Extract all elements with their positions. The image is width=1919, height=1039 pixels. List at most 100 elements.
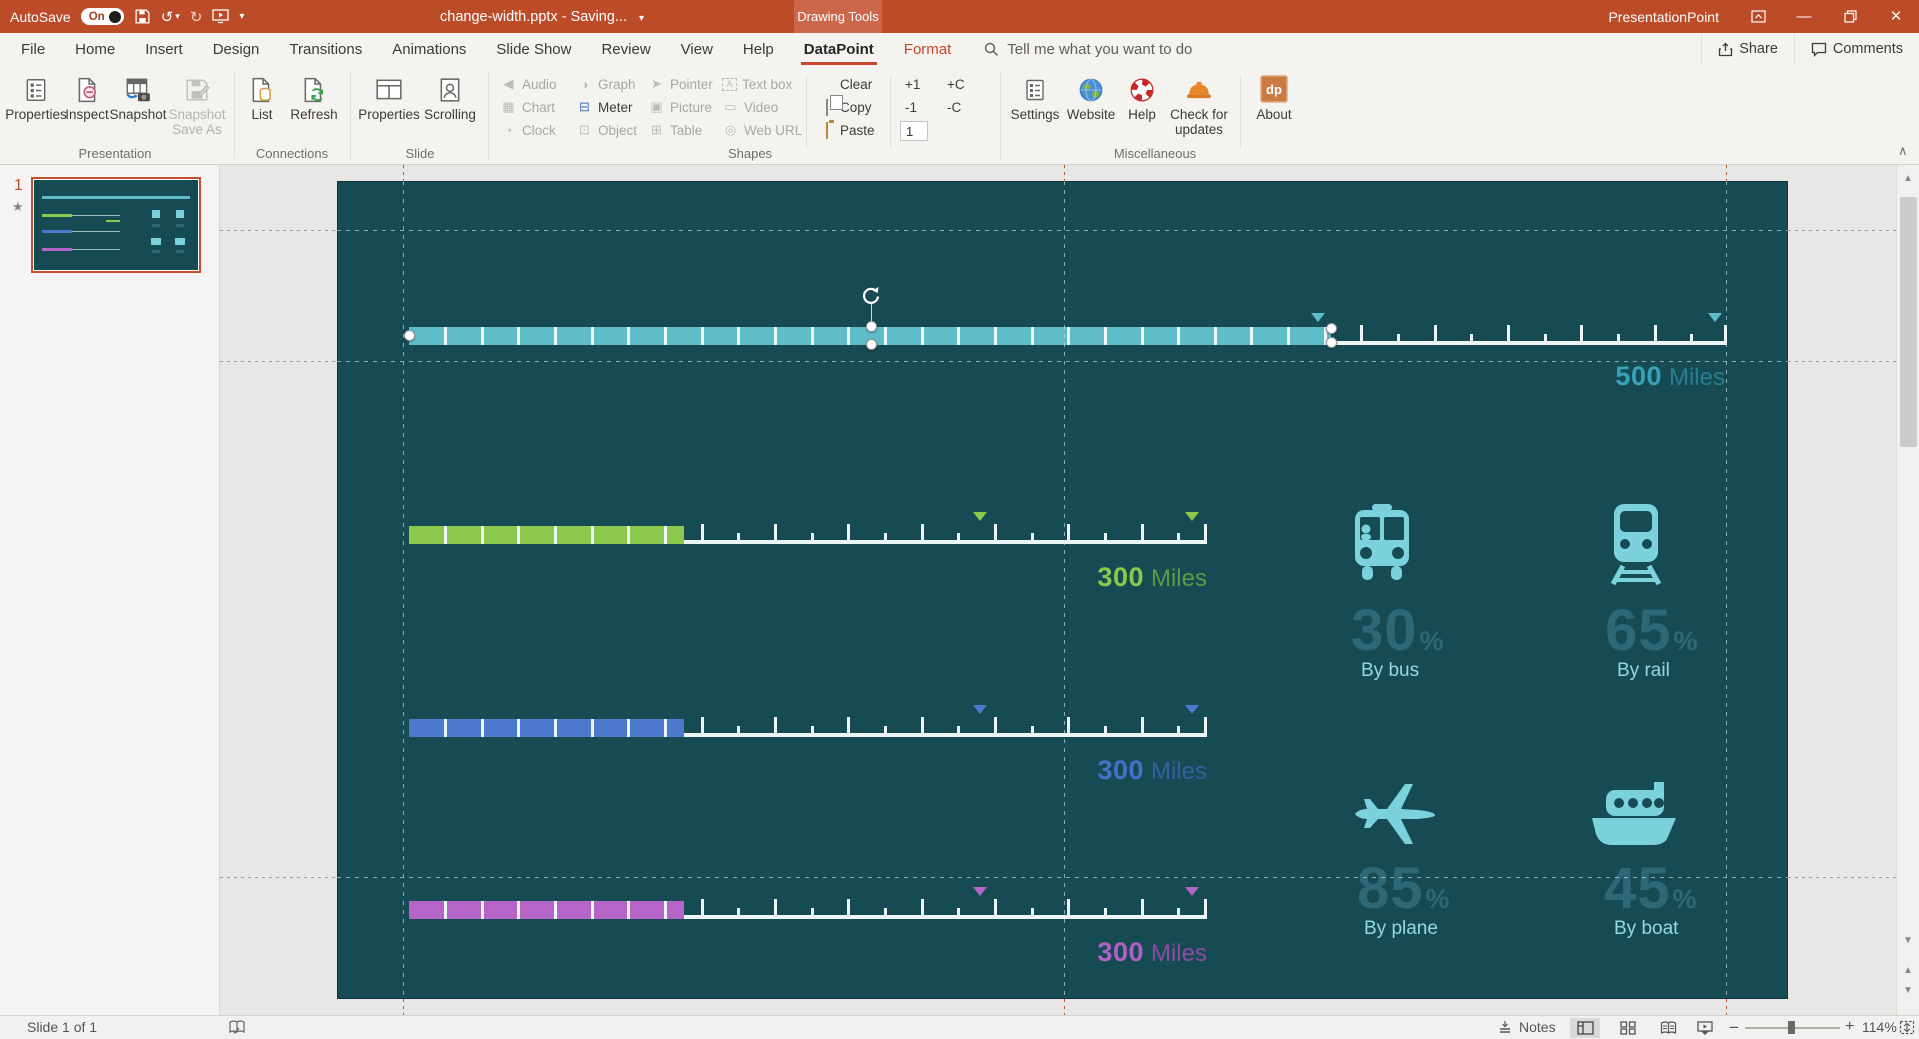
tab-insert[interactable]: Insert [130, 33, 198, 65]
ribbon-button-website[interactable]: Website [1062, 71, 1120, 143]
zoom-level[interactable]: 114% [1862, 1019, 1897, 1035]
slide-sorter-view-button[interactable] [1613, 1018, 1643, 1038]
resize-handle-top[interactable] [866, 321, 877, 332]
horizontal-guide-3[interactable] [337, 877, 1788, 878]
tab-transitions[interactable]: Transitions [274, 33, 377, 65]
meter-shape-300-miles-plane[interactable] [409, 899, 1207, 919]
ribbon-button-textbox[interactable]: AText box [722, 73, 792, 95]
horizontal-guide-2[interactable] [337, 361, 1788, 362]
ribbon-button-minusC[interactable]: -C [947, 96, 961, 118]
ribbon-display-options-icon[interactable] [1735, 0, 1781, 33]
tellme-search[interactable]: Tell me what you want to do [984, 33, 1192, 65]
resize-handle-bottom[interactable] [866, 339, 877, 350]
autosave-toggle[interactable]: On [81, 8, 124, 25]
slide-thumbnail-panel[interactable]: 1 ★ [0, 165, 220, 1015]
resize-handle-right-top[interactable] [1326, 323, 1337, 334]
notes-button[interactable]: Notes [1498, 1019, 1556, 1035]
ribbon-button-snapshot[interactable]: Snapshot [110, 71, 166, 143]
tab-home[interactable]: Home [60, 33, 130, 65]
tab-review[interactable]: Review [586, 33, 665, 65]
ribbon-button-list[interactable]: List [240, 71, 284, 143]
ribbon-button-about[interactable]: dp About [1248, 71, 1300, 143]
ribbon-button-help[interactable]: Help [1120, 71, 1164, 143]
fit-slide-to-window-icon[interactable] [1899, 1020, 1915, 1035]
scrollbar-thumb[interactable] [1900, 197, 1917, 447]
title-dropdown-icon[interactable]: ▾ [639, 13, 644, 24]
tab-datapoint[interactable]: DataPoint [789, 33, 889, 65]
save-icon[interactable] [134, 8, 151, 25]
minimize-button[interactable]: — [1781, 0, 1827, 33]
ribbon-button-settings[interactable]: Settings [1008, 71, 1062, 143]
customize-qat-icon[interactable]: ▾ [239, 11, 244, 22]
resize-handle-left[interactable] [404, 330, 415, 341]
stat-plane[interactable]: 85% By plane [1352, 780, 1438, 848]
tab-file[interactable]: File [6, 33, 60, 65]
zoom-slider-thumb[interactable] [1788, 1021, 1795, 1034]
undo-button[interactable]: ↺▾ [161, 8, 180, 26]
collapse-ribbon-icon[interactable]: ∧ [1898, 143, 1908, 159]
redo-button[interactable]: ↻ [190, 8, 203, 26]
close-button[interactable]: × [1873, 0, 1919, 33]
ribbon-button-plusC[interactable]: +C [947, 73, 965, 95]
ribbon-button-clear[interactable]: Clear [818, 73, 872, 95]
ribbon-button-chart[interactable]: ▦Chart [500, 96, 555, 118]
ribbon-button-copy[interactable]: Copy [818, 96, 872, 118]
count-input[interactable] [900, 121, 928, 141]
ribbon-button-video[interactable]: ▭Video [722, 96, 778, 118]
ribbon-button-properties-slide[interactable]: Properties [358, 71, 420, 143]
ribbon-button-graph[interactable]: ◑Graph [576, 73, 636, 95]
ribbon-button-paste[interactable]: Paste [818, 119, 875, 141]
tab-help[interactable]: Help [728, 33, 789, 65]
meter-shape-300-miles-rail[interactable] [409, 717, 1207, 737]
reading-view-button[interactable] [1653, 1018, 1683, 1038]
share-button[interactable]: Share [1701, 33, 1794, 65]
stat-rail[interactable]: 65% By rail [1605, 504, 1667, 590]
ribbon-button-object[interactable]: ⊡Object [576, 119, 637, 141]
ribbon-button-inspect[interactable]: Inspect [62, 71, 112, 143]
stat-bus[interactable]: 30% By bus [1351, 504, 1413, 590]
ribbon-button-check-updates[interactable]: Check for updates [1164, 71, 1234, 143]
ribbon-button-refresh[interactable]: Refresh [284, 71, 344, 143]
ribbon-button-clock[interactable]: ◔Clock [500, 119, 556, 141]
scroll-down-icon[interactable]: ▼ [1897, 935, 1919, 946]
meter-shape-300-miles-bus[interactable] [409, 524, 1207, 544]
slideshow-view-button[interactable] [1690, 1018, 1720, 1038]
meter-shape-500-miles[interactable] [409, 325, 1727, 345]
comments-button[interactable]: Comments [1794, 33, 1919, 65]
ribbon-button-minus1[interactable]: -1 [905, 96, 917, 118]
ribbon-button-plus1[interactable]: +1 [905, 73, 920, 95]
ribbon-button-pointer[interactable]: ➤Pointer [648, 73, 713, 95]
previous-slide-icon[interactable]: ▲ [1897, 965, 1919, 976]
restore-button[interactable] [1827, 0, 1873, 33]
scroll-up-icon[interactable]: ▲ [1897, 173, 1919, 184]
vertical-scrollbar[interactable]: ▲ ▼ ▲ ▼ [1896, 165, 1919, 1015]
tab-view[interactable]: View [666, 33, 728, 65]
tab-design[interactable]: Design [198, 33, 275, 65]
tab-animations[interactable]: Animations [377, 33, 481, 65]
bus-icon [1351, 504, 1413, 590]
ribbon-button-meter[interactable]: ⊟Meter [576, 96, 633, 118]
ribbon-button-snapshot-save-as[interactable]: Snapshot Save As [166, 71, 228, 143]
start-slideshow-icon[interactable] [212, 9, 229, 24]
normal-view-button[interactable] [1570, 1018, 1600, 1038]
zoom-out-button[interactable]: − [1729, 1018, 1739, 1038]
ribbon-button-table[interactable]: ⊞Table [648, 119, 702, 141]
tab-slideshow[interactable]: Slide Show [481, 33, 586, 65]
stat-boat[interactable]: 45% By boat [1588, 782, 1680, 846]
tab-format[interactable]: Format [889, 33, 967, 65]
slide-thumbnail[interactable] [31, 177, 201, 273]
ribbon-button-picture[interactable]: ▣Picture [648, 96, 712, 118]
ribbon-button-audio[interactable]: ◀Audio [500, 73, 557, 95]
context-tab-label: Drawing Tools [797, 9, 878, 24]
ribbon-button-weburl[interactable]: ◎Web URL [722, 119, 802, 141]
rotation-handle[interactable] [861, 285, 881, 305]
ribbon-button-scrolling[interactable]: Scrolling [420, 71, 480, 143]
slide-indicator[interactable]: Slide 1 of 1 [27, 1019, 97, 1035]
spellcheck-icon[interactable] [228, 1019, 246, 1035]
window-controls: — × [1735, 0, 1919, 33]
horizontal-guide-1[interactable] [337, 230, 1788, 231]
resize-handle-right-bottom[interactable] [1326, 337, 1337, 348]
ribbon-button-properties-presentation[interactable]: Properties [8, 71, 64, 143]
next-slide-icon[interactable]: ▼ [1897, 985, 1919, 996]
zoom-in-button[interactable]: + [1845, 1018, 1854, 1036]
